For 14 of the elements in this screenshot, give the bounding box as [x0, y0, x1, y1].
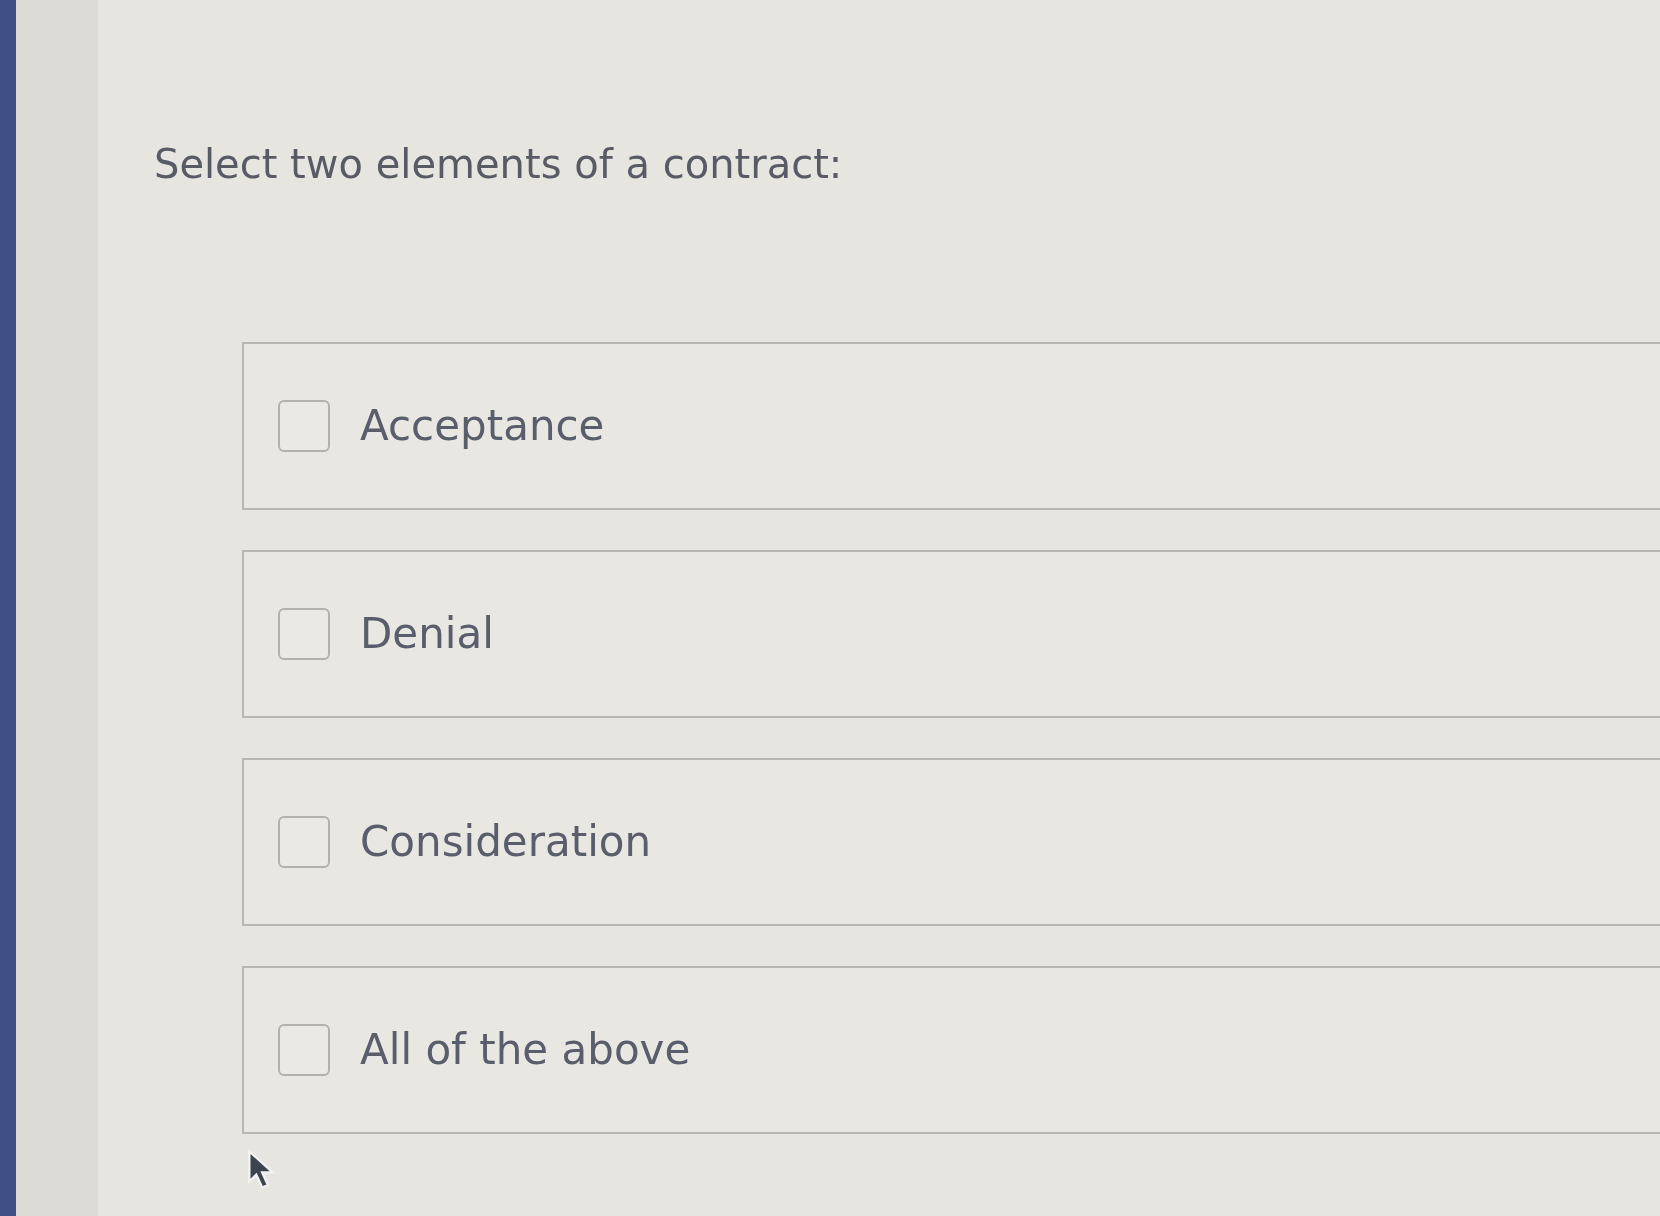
checkbox[interactable] [278, 1024, 330, 1076]
option-label: All of the above [360, 1029, 691, 1071]
question-text: Select two elements of a contract: [153, 144, 844, 184]
answer-option[interactable]: All of the above [242, 966, 1660, 1134]
option-label: Denial [360, 613, 494, 655]
checkbox[interactable] [278, 400, 330, 452]
checkbox[interactable] [278, 608, 330, 660]
checkbox[interactable] [278, 816, 330, 868]
answer-option[interactable]: Denial [242, 550, 1660, 718]
option-label: Consideration [360, 821, 652, 863]
mouse-cursor-icon [247, 1148, 275, 1192]
answer-option[interactable]: Consideration [242, 758, 1660, 926]
answer-option[interactable]: Acceptance [242, 342, 1660, 510]
option-label: Acceptance [360, 405, 605, 447]
